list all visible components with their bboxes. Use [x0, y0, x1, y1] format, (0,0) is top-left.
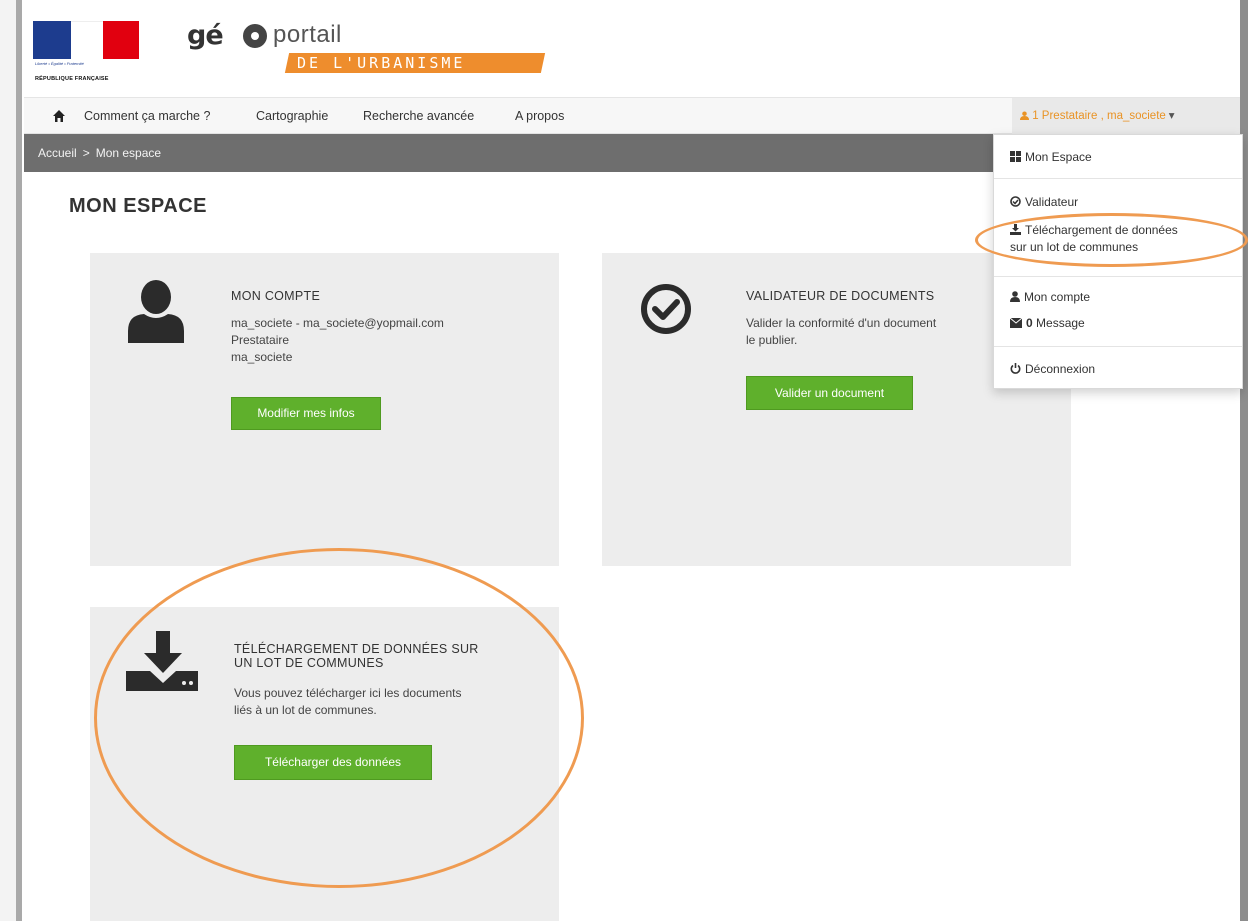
breadcrumb-separator: > — [82, 146, 90, 160]
site-header: Liberté • Égalité • Fraternité RÉPUBLIQU… — [24, 0, 1240, 97]
nav-item-a-propos[interactable]: A propos — [515, 109, 564, 123]
telecharger-des-donnees-button[interactable]: Télécharger des données — [234, 745, 432, 780]
card-title-telechargement-line1: TÉLÉCHARGEMENT DE DONNÉES SUR — [234, 642, 479, 656]
logo-o-mark — [243, 24, 267, 48]
dropdown-label-deconnexion: Déconnexion — [1025, 362, 1096, 376]
check-circle-icon — [641, 284, 691, 334]
dropdown-divider — [994, 178, 1242, 179]
marianne-logo[interactable]: Liberté • Égalité • Fraternité RÉPUBLIQU… — [33, 21, 139, 87]
dropdown-item-validateur[interactable]: Validateur — [1010, 195, 1078, 209]
browser-left-edge — [0, 0, 22, 921]
valider-un-document-button[interactable]: Valider un document — [746, 376, 913, 410]
user-small-icon — [1010, 291, 1020, 302]
dashboard-icon — [1010, 151, 1021, 162]
envelope-icon — [1010, 318, 1022, 328]
logo-subtitle: DE L'URBANISME — [297, 54, 466, 72]
modifier-mes-infos-button[interactable]: Modifier mes infos — [231, 397, 381, 430]
download-desc-line1: Vous pouvez télécharger ici les document… — [234, 686, 462, 700]
user-dropdown-menu: Mon Espace Validateur Téléchargement de … — [993, 134, 1243, 389]
dropdown-item-mon-compte[interactable]: Mon compte — [1010, 290, 1090, 304]
dropdown-label-mon-espace: Mon Espace — [1025, 150, 1092, 164]
breadcrumb-home-link[interactable]: Accueil — [38, 146, 77, 160]
card-title-validateur: VALIDATEUR DE DOCUMENTS — [746, 289, 935, 303]
download-small-icon — [1010, 224, 1021, 235]
logo-portail-text: portail — [273, 21, 342, 48]
user-silhouette-icon — [128, 280, 184, 343]
dropdown-divider — [994, 346, 1242, 347]
dropdown-label-message: Message — [1036, 316, 1085, 330]
french-flag-icon — [33, 21, 139, 59]
user-icon — [1020, 111, 1029, 120]
card-title-mon-compte: MON COMPTE — [231, 289, 321, 303]
message-count: 0 — [1026, 316, 1033, 330]
check-circle-small-icon — [1010, 196, 1021, 207]
nav-item-recherche-avancee[interactable]: Recherche avancée — [363, 109, 474, 123]
account-name-email: ma_societe - ma_societe@yopmail.com — [231, 316, 444, 330]
nav-item-cartographie[interactable]: Cartographie — [256, 109, 328, 123]
marianne-motto: Liberté • Égalité • Fraternité — [35, 61, 84, 66]
dropdown-item-message[interactable]: 0 Message — [1010, 316, 1085, 330]
download-desc-line2: liés à un lot de communes. — [234, 703, 377, 717]
breadcrumb-current: Mon espace — [95, 146, 162, 160]
dropdown-item-mon-espace[interactable]: Mon Espace — [1010, 150, 1092, 164]
dropdown-divider — [994, 276, 1242, 277]
dropdown-label-telechargement-line1: Téléchargement de données — [1025, 223, 1178, 237]
power-icon — [1010, 363, 1021, 374]
validator-desc-line2: le publier. — [746, 333, 798, 347]
card-telechargement: TÉLÉCHARGEMENT DE DONNÉES SUR UN LOT DE … — [90, 607, 559, 921]
marianne-country: RÉPUBLIQUE FRANÇAISE — [35, 76, 109, 82]
geoportail-logo[interactable]: gé portail DE L'URBANISME — [187, 16, 547, 80]
user-menu-toggle[interactable]: 1 Prestataire , ma_societe ▾ — [1012, 98, 1240, 134]
account-role: Prestataire — [231, 333, 290, 347]
home-icon[interactable] — [52, 109, 66, 123]
validator-desc-line1: Valider la conformité d'un document — [746, 316, 937, 330]
dropdown-item-deconnexion[interactable]: Déconnexion — [1010, 362, 1095, 376]
dropdown-label-mon-compte: Mon compte — [1024, 290, 1091, 304]
nav-item-comment-ca-marche[interactable]: Comment ça marche ? — [84, 109, 210, 123]
page-title: MON ESPACE — [69, 195, 207, 217]
dropdown-label-validateur: Validateur — [1025, 195, 1079, 209]
card-mon-compte: MON COMPTE ma_societe - ma_societe@yopma… — [90, 253, 559, 566]
card-title-telechargement-line2: UN LOT DE COMMUNES — [234, 656, 384, 670]
account-company: ma_societe — [231, 350, 293, 364]
caret-down-icon: ▾ — [1168, 110, 1175, 122]
logo-geo-text: gé — [187, 20, 224, 51]
download-icon — [126, 631, 198, 691]
user-label: 1 Prestataire , ma_societe — [1032, 110, 1166, 122]
dropdown-label-telechargement-line2: sur un lot de communes — [1010, 240, 1139, 254]
dropdown-item-telechargement[interactable]: Téléchargement de données sur un lot de c… — [1010, 222, 1178, 256]
main-nav: Comment ça marche ? Cartographie Recherc… — [24, 97, 1240, 134]
